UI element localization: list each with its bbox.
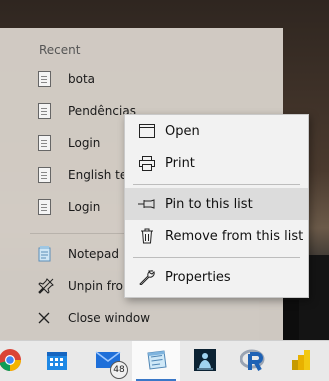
trash-icon	[137, 228, 157, 244]
menu-item-label: Properties	[165, 269, 231, 285]
task-close-window[interactable]: Close window	[30, 302, 283, 334]
menu-item-label: Remove from this list	[165, 228, 304, 244]
context-menu: Open Print Pin to this list Remove from …	[124, 114, 309, 298]
menu-separator	[133, 184, 300, 185]
taskbar-app-r[interactable]	[229, 341, 277, 381]
menu-item-properties[interactable]: Properties	[125, 261, 308, 293]
taskbar-app-chrome[interactable]	[0, 341, 34, 381]
recent-item-label: Login	[68, 200, 101, 214]
unread-count-badge: 48	[110, 361, 128, 379]
powerbi-icon	[290, 348, 312, 375]
printer-icon	[137, 155, 157, 171]
menu-item-remove-from-list[interactable]: Remove from this list	[125, 220, 308, 252]
notepad-icon	[38, 246, 64, 262]
pin-icon	[137, 198, 157, 210]
menu-item-open[interactable]: Open	[125, 115, 308, 147]
menu-item-print[interactable]: Print	[125, 147, 308, 179]
recent-item-label: bota	[68, 72, 96, 86]
window-icon	[137, 124, 157, 138]
menu-separator	[133, 257, 300, 258]
taskbar-app-notepad[interactable]	[132, 341, 180, 381]
menu-item-label: Pin to this list	[165, 196, 253, 212]
menu-item-pin-to-list[interactable]: Pin to this list	[125, 188, 308, 220]
task-label: Notepad	[68, 247, 119, 261]
recent-item-label: Login	[68, 136, 101, 150]
section-title-recent: Recent	[39, 43, 81, 57]
menu-item-label: Open	[165, 123, 200, 139]
kindle-icon	[193, 348, 217, 375]
unpin-icon	[38, 278, 64, 294]
document-icon	[38, 199, 64, 215]
notepad-icon	[144, 349, 168, 374]
calendar-icon	[46, 349, 68, 374]
document-icon	[38, 71, 64, 87]
wrench-icon	[137, 269, 157, 285]
close-icon	[38, 312, 64, 324]
r-icon	[239, 348, 266, 375]
taskbar-app-mail[interactable]: 48	[84, 341, 132, 381]
document-icon	[38, 135, 64, 151]
chrome-icon	[0, 348, 22, 375]
document-icon	[38, 103, 64, 119]
task-label: Close window	[68, 311, 151, 325]
taskbar-app-kindle[interactable]	[181, 341, 229, 381]
recent-item-label: English ter	[68, 168, 133, 182]
menu-item-label: Print	[165, 155, 195, 171]
taskbar-app-powerbi[interactable]	[277, 341, 325, 381]
recent-item[interactable]: bota	[30, 63, 283, 95]
taskbar-app-calendar[interactable]	[33, 341, 81, 381]
taskbar: 48	[0, 340, 329, 381]
document-icon	[38, 167, 64, 183]
